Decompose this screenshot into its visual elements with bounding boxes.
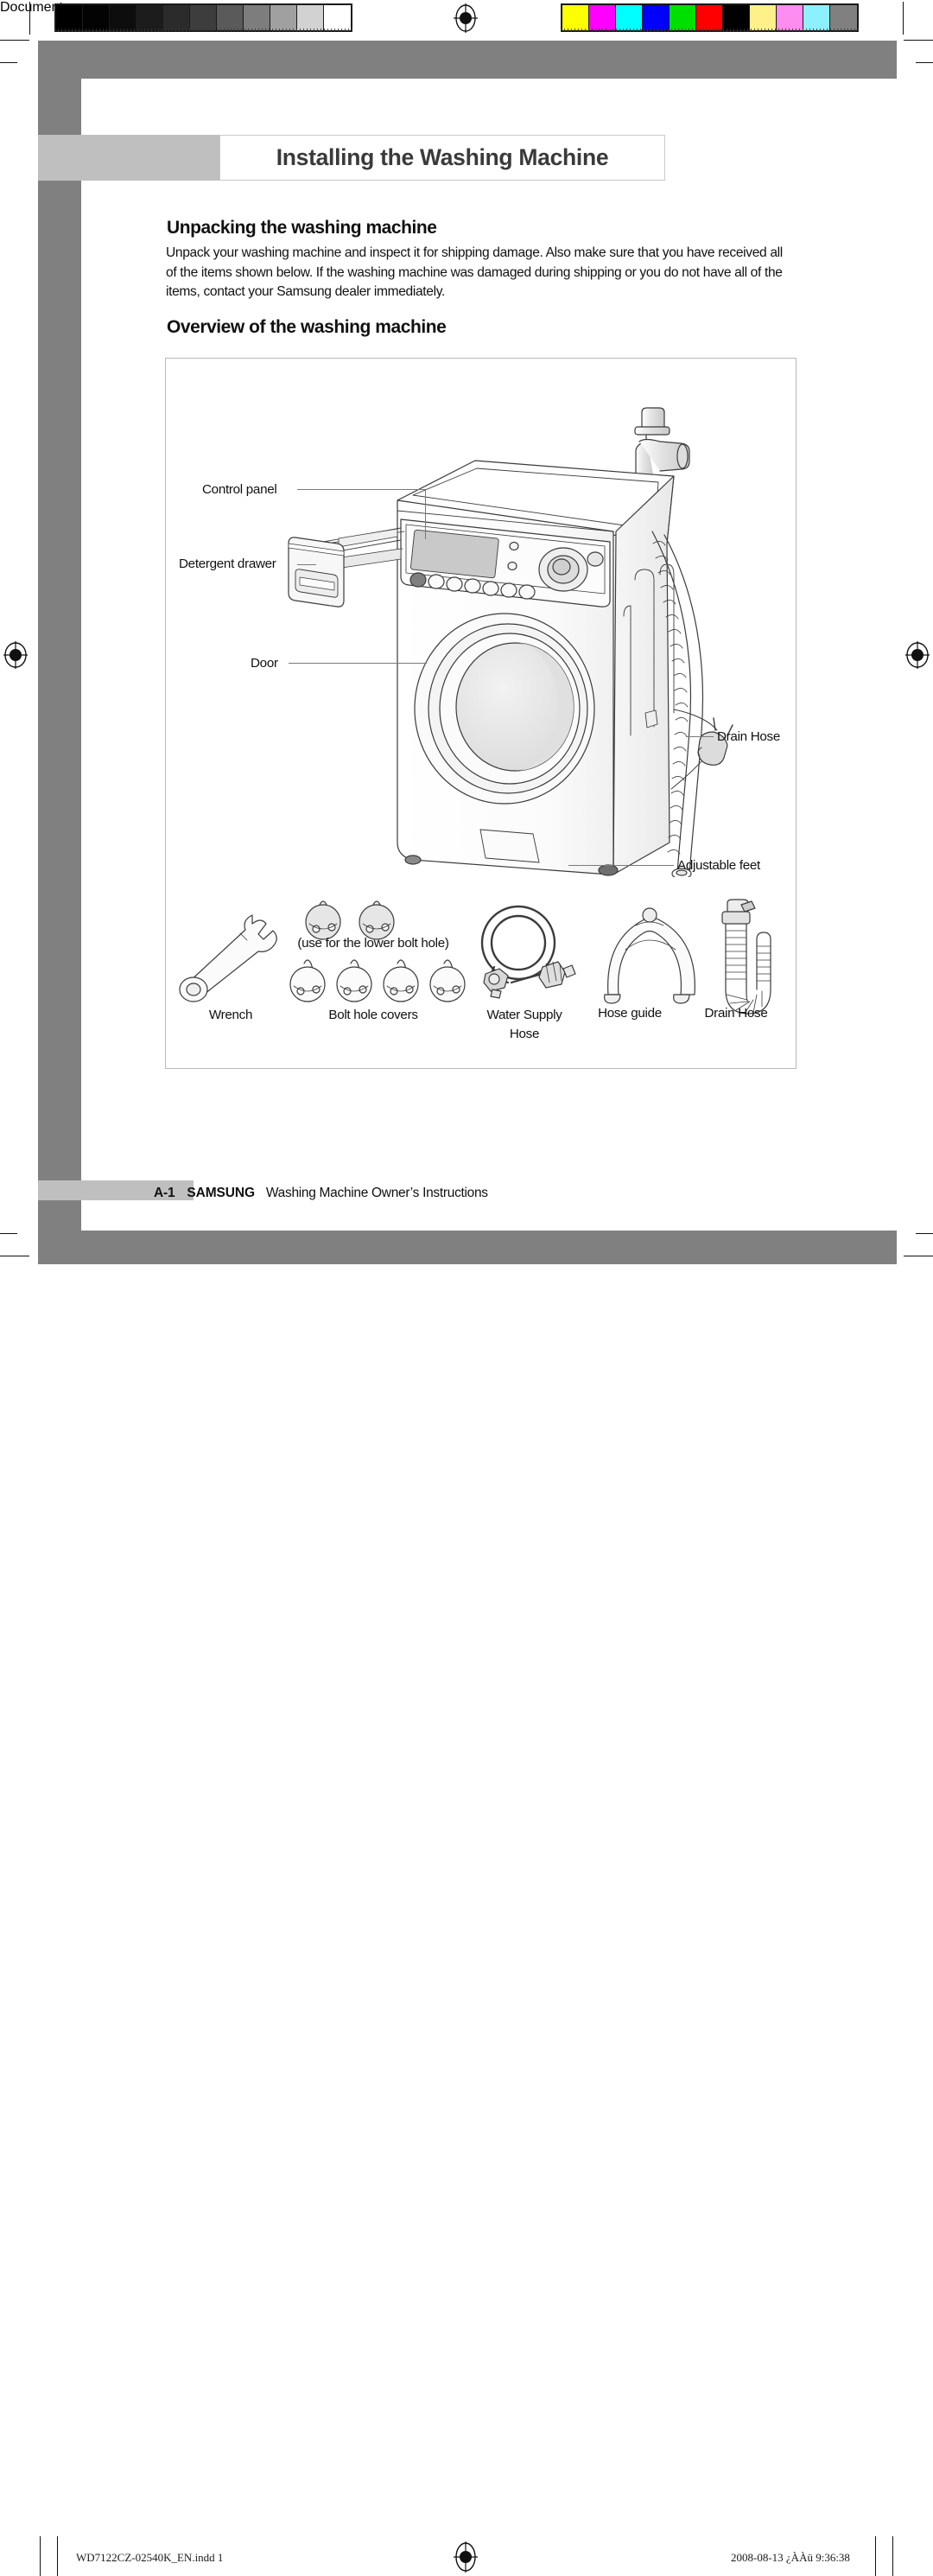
footer-brand: SAMSUNG [187,1186,255,1200]
meta-rule-left-outer [40,2536,41,2576]
meta-rule-left-inner [57,2536,58,2576]
meta-rule-right-outer [892,2536,893,2576]
label-adjustable-feet: Adjustable feet [677,858,760,873]
water-supply-hose-icon [480,905,576,999]
heading-unpacking: Unpacking the washing machine [167,218,437,238]
label-drain-hose: Drain Hose [717,729,780,744]
label-detergent-drawer: Detergent drawer [179,557,276,571]
footer-document-title: Washing Machine Owner’s Instructions [265,1186,488,1200]
label-door: Door [251,656,278,671]
chapter-tab-block [44,135,219,181]
registration-mark-bottom [453,2541,479,2573]
hose-guide-icon [604,907,695,1004]
bolt-hole-covers-lower [289,959,466,1002]
washing-machine-illustration [288,407,733,877]
leader-detergent-drawer [297,564,316,565]
unpacking-body-text: Unpack your washing machine and inspect … [166,245,783,299]
footer-page-number: A-1 [154,1186,175,1200]
chapter-title-box: Installing the Washing Machine [219,135,665,181]
leader-drain-hose [686,736,714,737]
leader-adjustable-feet [568,865,674,866]
chapter-title-banner: Installing the Washing Machine [44,135,665,181]
heading-overview: Overview of the washing machine [167,317,447,337]
accessory-caption-drain-hose: Drain Hose [704,1006,768,1021]
accessory-caption-wrench: Wrench [208,1008,253,1022]
leader-control-panel-drop [425,489,426,539]
accessory-note-bolt-hole: (use for the lower bolt hole) [297,936,449,951]
page-footer: A-1 SAMSUNG Washing Machine Owner’s Inst… [154,1186,488,1201]
leader-control-panel [297,489,425,490]
accessory-caption-bolt-hole-covers: Bolt hole covers [328,1008,418,1022]
leader-door [289,663,427,664]
wrench-icon [179,914,277,1002]
print-timestamp: 2008-08-13 ¿ÀÀü 9:36:38 [731,2551,850,2564]
page-content: Installing the Washing Machine Unpacking… [0,0,933,1315]
overview-diagram-panel: Control panel Detergent drawer Door Drai… [165,358,797,1069]
meta-rule-right-inner [875,2536,876,2576]
washer-door-icon [414,613,595,805]
bolt-hole-covers-upper [305,900,395,940]
page-title: Installing the Washing Machine [276,144,609,170]
print-metadata-strip: WD7122CZ-02540K_EN.indd 1 2008-08-13 ¿ÀÀ… [0,1264,933,2576]
print-source-filename: WD7122CZ-02540K_EN.indd 1 [76,2551,224,2564]
accessory-caption-water-supply-hose-line2: Hose [509,1027,540,1041]
detergent-drawer-icon [288,527,405,607]
drain-hose-accessory-icon [721,899,771,1014]
label-control-panel: Control panel [202,482,277,497]
